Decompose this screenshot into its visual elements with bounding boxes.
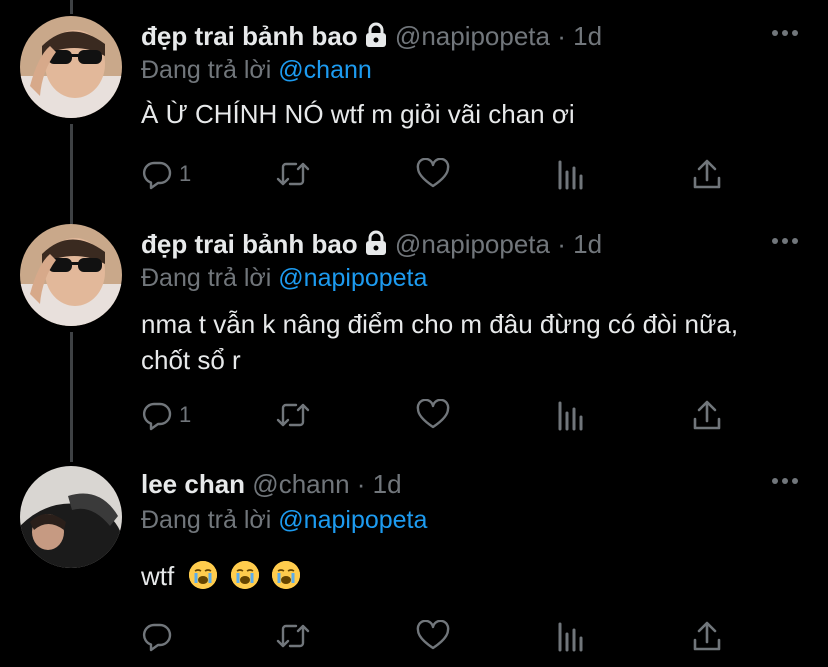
avatar[interactable] [20,16,122,118]
replying-to: Đang trả lời @napipopeta [141,504,427,536]
like-button[interactable] [416,157,450,191]
tweet-actions: 1 [141,398,741,432]
more-options-icon[interactable] [772,24,798,42]
replying-to-label: Đang trả lời [141,506,272,534]
like-button[interactable] [416,619,450,653]
timestamp[interactable]: 1d [573,229,602,259]
heart-icon [416,399,450,429]
mention-link[interactable]: @napipopeta [278,264,427,292]
analytics-button[interactable] [555,157,587,191]
heart-icon [416,620,450,650]
loudly-crying-face-icon [230,561,259,589]
like-button[interactable] [416,398,450,432]
avatar[interactable] [20,224,122,326]
timestamp[interactable]: 1d [373,469,402,499]
replying-to: Đang trả lời @chann [141,54,372,86]
heart-icon [416,158,450,188]
tweet-header: lee chan @chann · 1d [141,468,402,500]
reply-count: 1 [179,161,192,186]
avatar[interactable] [20,466,122,568]
tweet-text: À Ừ CHÍNH NÓ wtf m giỏi vãi chan ơi [141,99,575,129]
replying-to-label: Đang trả lời [141,56,272,84]
handle[interactable]: @chann [252,469,349,499]
retweet-button[interactable] [275,619,311,653]
analytics-button[interactable] [555,619,587,653]
tweet-text: wtf [141,561,175,591]
display-name[interactable]: đẹp trai bảnh bao [141,229,358,259]
tweet-actions [141,619,741,653]
more-options-icon[interactable] [772,472,798,490]
handle[interactable]: @napipopeta [395,229,550,259]
retweet-icon [276,624,310,648]
tweet[interactable]: đẹp trai bảnh bao @napipopeta · 1d Đang … [0,0,828,222]
tweet-text: nma t vẫn k nâng điểm cho m đâu đừng có … [141,309,739,375]
share-icon [693,400,721,430]
share-icon [693,159,721,189]
analytics-button[interactable] [555,398,587,432]
reply-button[interactable]: 1 [141,157,191,191]
more-options-icon[interactable] [772,232,798,250]
tweet[interactable]: lee chan @chann · 1d Đang trả lời @napip… [0,448,828,667]
separator-dot: · [557,21,566,51]
reply-icon [142,161,172,190]
share-button[interactable] [692,619,722,653]
reply-button[interactable] [141,619,179,653]
share-button[interactable] [692,398,722,432]
loudly-crying-face-icon [189,561,218,589]
analytics-icon [558,401,583,431]
replying-to-label: Đang trả lời [141,264,272,292]
loudly-crying-face-icon [271,561,300,589]
reply-icon [142,623,172,652]
tweet-text-container: wtf [141,558,791,594]
analytics-icon [558,160,583,190]
retweet-icon [276,162,310,186]
share-button[interactable] [692,157,722,191]
tweet[interactable]: đẹp trai bảnh bao @napipopeta · 1d Đang … [0,208,828,444]
share-icon [693,621,721,651]
tweet-header: đẹp trai bảnh bao @napipopeta · 1d [141,228,602,263]
handle[interactable]: @napipopeta [395,21,550,51]
analytics-icon [558,622,583,652]
tweet-header: đẹp trai bảnh bao @napipopeta · 1d [141,20,602,55]
reply-count: 1 [179,402,192,427]
lock-icon [364,22,388,55]
timestamp[interactable]: 1d [573,21,602,51]
reply-icon [142,402,172,431]
separator-dot: · [356,469,366,499]
display-name[interactable]: lee chan [141,469,245,499]
display-name[interactable]: đẹp trai bảnh bao [141,21,358,51]
retweet-icon [276,403,310,427]
tweet-actions: 1 [141,157,741,191]
mention-link[interactable]: @napipopeta [278,506,427,534]
lock-icon [364,230,388,263]
retweet-button[interactable] [275,398,311,432]
mention-link[interactable]: @chann [278,56,372,84]
replying-to: Đang trả lời @napipopeta [141,262,427,294]
reply-button[interactable]: 1 [141,398,191,432]
retweet-button[interactable] [275,157,311,191]
separator-dot: · [557,229,566,259]
